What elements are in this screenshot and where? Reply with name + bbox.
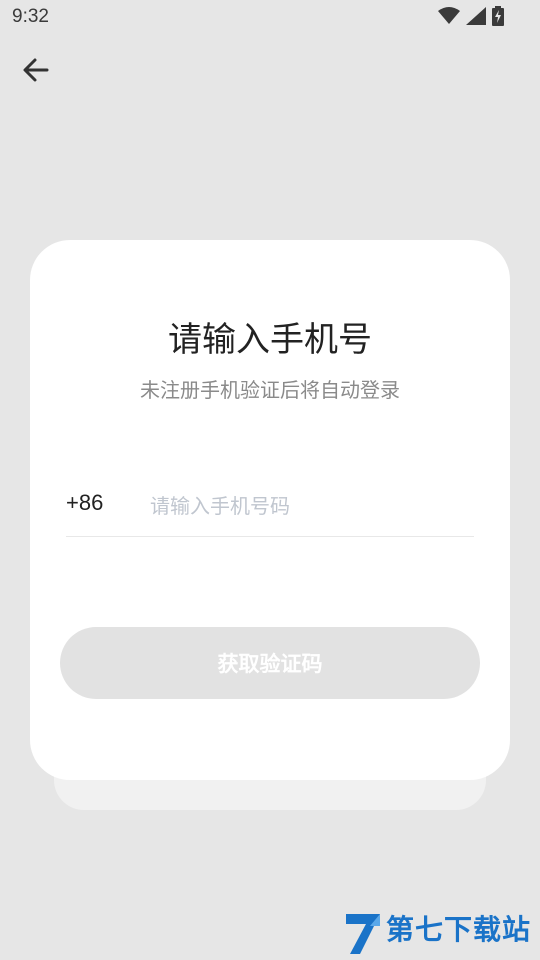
signal-icon <box>466 7 486 29</box>
page-subtitle: 未注册手机验证后将自动登录 <box>140 378 400 402</box>
watermark: 第七下载站 <box>344 906 540 960</box>
get-verification-code-button[interactable]: 获取验证码 <box>60 627 480 699</box>
wifi-icon <box>438 7 460 29</box>
phone-number-row: +86 <box>66 484 474 537</box>
country-code[interactable]: +86 <box>66 490 103 516</box>
arrow-left-icon <box>22 56 50 88</box>
page-title: 请输入手机号 <box>168 320 372 360</box>
watermark-logo-icon <box>344 912 382 960</box>
status-icons <box>438 6 504 30</box>
login-card: 请输入手机号 未注册手机验证后将自动登录 +86 获取验证码 <box>30 240 510 780</box>
watermark-text: 第七下载站 <box>386 913 532 946</box>
status-bar: 9:32 <box>0 0 540 36</box>
battery-icon <box>492 6 504 30</box>
back-button[interactable] <box>16 52 56 92</box>
phone-number-input[interactable] <box>150 490 450 522</box>
status-time: 9:32 <box>12 6 49 27</box>
